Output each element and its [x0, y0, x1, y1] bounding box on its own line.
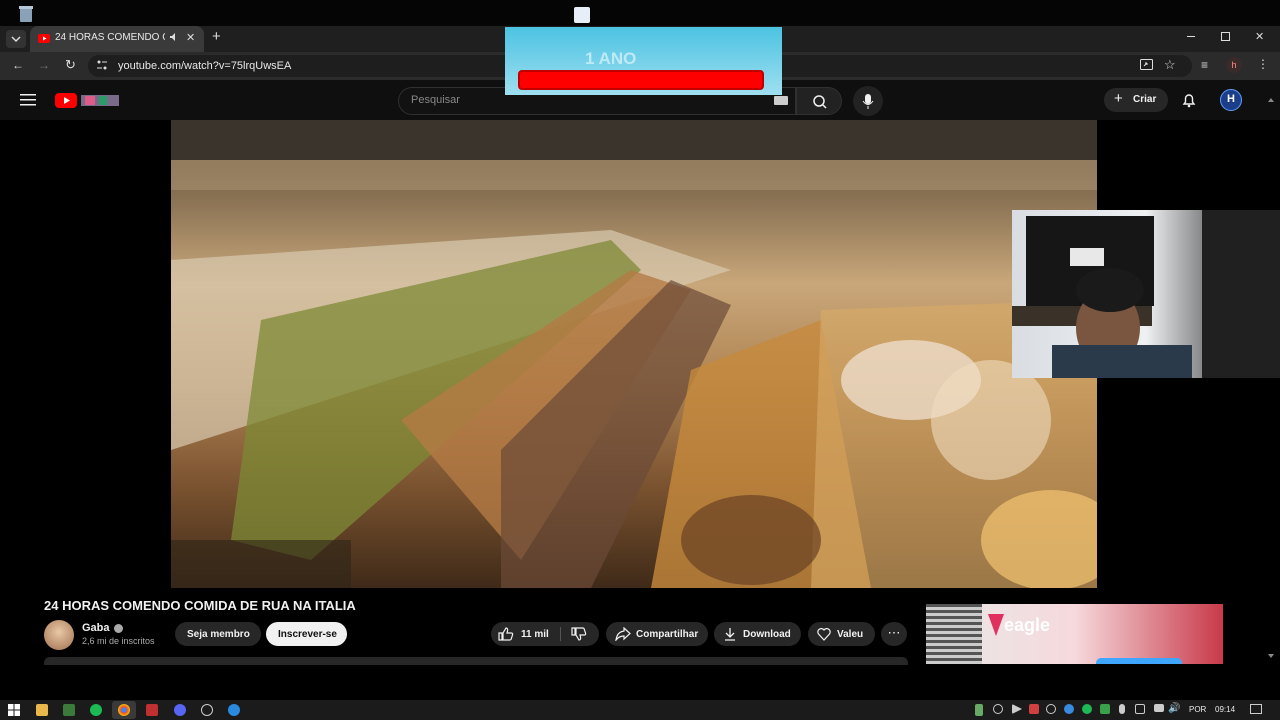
tray-nvidia-icon[interactable] [975, 704, 983, 716]
tray-app-icon[interactable] [1135, 704, 1145, 714]
obs-icon[interactable] [201, 704, 213, 716]
recycle-bin-icon[interactable] [16, 4, 36, 24]
voice-search-button[interactable] [853, 86, 883, 116]
thanks-label: Valeu [837, 629, 864, 640]
volume-icon[interactable]: 🔊 [1168, 703, 1180, 714]
tab-audio-icon[interactable] [169, 32, 179, 42]
clock[interactable]: 09:14 [1215, 705, 1235, 714]
ad-cta-button[interactable] [1096, 658, 1182, 664]
browser-menu-icon[interactable]: ⋮ [1257, 57, 1269, 71]
webcam-overlay [1012, 210, 1280, 378]
like-divider [560, 627, 561, 641]
more-actions-icon[interactable]: ⋯ [881, 622, 907, 646]
eagle-logo-icon [988, 614, 1004, 636]
tray-bluetooth-icon[interactable] [1064, 704, 1074, 714]
chrome-icon[interactable] [118, 704, 130, 716]
reading-list-icon[interactable]: ≡ [1201, 58, 1208, 72]
youtube-favicon-icon [38, 34, 50, 43]
keyboard-icon[interactable] [774, 96, 788, 105]
channel-name[interactable]: Gaba [82, 622, 110, 634]
ad-image-stripes [926, 604, 982, 664]
thumbs-up-icon [498, 627, 514, 641]
back-icon[interactable]: ← [12, 58, 24, 72]
ad-brand: eagle [1004, 615, 1051, 635]
tray-microphone-icon[interactable] [1119, 704, 1125, 714]
tray-spotify-icon[interactable] [1082, 704, 1092, 714]
spotify-icon[interactable] [90, 704, 102, 716]
tray-obs-icon[interactable] [993, 704, 1003, 714]
overlay-red-bar [518, 70, 764, 90]
notifications-bell-icon[interactable] [1181, 92, 1197, 108]
share-button[interactable]: Compartilhar [606, 622, 708, 646]
url-text: youtube.com/watch?v=75lrqUwsEA [118, 60, 292, 72]
search-placeholder: Pesquisar [411, 94, 460, 106]
download-label: Download [743, 629, 791, 640]
site-info-icon[interactable] [96, 59, 108, 71]
forward-icon[interactable]: → [38, 58, 50, 72]
sponsored-ad-card[interactable]: eagle [926, 604, 1223, 664]
download-button[interactable]: Download [714, 622, 801, 646]
app-icon-green[interactable] [63, 704, 75, 716]
bookmark-star-icon[interactable]: ☆ [1164, 57, 1176, 73]
subscribe-label: Inscrever-se [278, 629, 337, 640]
like-button[interactable] [498, 627, 514, 641]
language-indicator[interactable]: POR [1189, 705, 1206, 714]
tray-app-red-icon[interactable] [1029, 704, 1039, 714]
description-box[interactable] [44, 657, 908, 665]
video-frame-pastries [171, 120, 1097, 588]
streamer-webcam-image [1012, 210, 1280, 378]
plus-icon: + [1114, 90, 1123, 107]
subscriber-count: 2,6 mi de inscritos [82, 636, 155, 646]
video-player[interactable] [171, 120, 1097, 588]
verified-badge-icon [114, 624, 123, 633]
join-label: Seja membro [187, 629, 250, 640]
search-button[interactable] [796, 87, 842, 115]
thumbs-down-icon [571, 627, 587, 641]
new-tab-button[interactable]: + [212, 28, 221, 45]
news-app-icon[interactable] [146, 704, 158, 716]
page-scrollbar[interactable] [1268, 98, 1274, 658]
account-avatar[interactable]: H [1220, 89, 1242, 111]
youtube-logo[interactable] [55, 92, 121, 108]
profile-avatar[interactable]: h [1226, 57, 1242, 73]
network-icon[interactable] [1154, 704, 1164, 712]
maximize-icon[interactable] [1221, 32, 1230, 41]
tray-whatsapp-icon[interactable] [1100, 704, 1110, 714]
search-icon [813, 95, 827, 109]
video-title: 24 HORAS COMENDO COMIDA DE RUA NA ITALIA [44, 598, 356, 613]
create-label: Criar [1133, 94, 1157, 105]
microphone-icon [862, 94, 874, 109]
discord-icon[interactable] [174, 704, 186, 716]
overlay-text: 1 ANO [585, 49, 637, 68]
tab-title: 24 HORAS COMENDO COM [55, 32, 165, 43]
app-icon [574, 7, 590, 23]
hamburger-menu-icon[interactable] [20, 94, 36, 106]
close-icon[interactable]: ✕ [1255, 30, 1264, 43]
dislike-button[interactable] [571, 627, 587, 641]
share-icon [615, 627, 631, 641]
like-count: 11 mil [521, 629, 549, 640]
create-button[interactable]: + Criar [1104, 88, 1168, 112]
tray-steam-icon[interactable] [1046, 704, 1056, 714]
thanks-icon [817, 627, 831, 641]
download-icon [724, 627, 736, 641]
tab-close-icon[interactable]: ✕ [186, 31, 195, 44]
minimize-icon[interactable] [1187, 36, 1195, 37]
thanks-button[interactable]: Valeu [808, 622, 875, 646]
file-explorer-icon[interactable] [36, 704, 48, 716]
desktop-strip [0, 0, 1280, 26]
notification-center-icon[interactable] [1250, 704, 1262, 714]
reload-icon[interactable]: ↻ [65, 57, 76, 73]
join-button[interactable]: Seja membro [175, 622, 261, 646]
subscribe-button[interactable]: Inscrever-se [266, 622, 347, 646]
share-label: Compartilhar [636, 629, 699, 640]
windows-start-icon[interactable] [8, 704, 20, 716]
tab-search-button[interactable] [6, 30, 26, 48]
steam-icon[interactable] [228, 704, 240, 716]
channel-avatar[interactable] [44, 620, 74, 650]
cast-icon[interactable] [1140, 59, 1153, 70]
